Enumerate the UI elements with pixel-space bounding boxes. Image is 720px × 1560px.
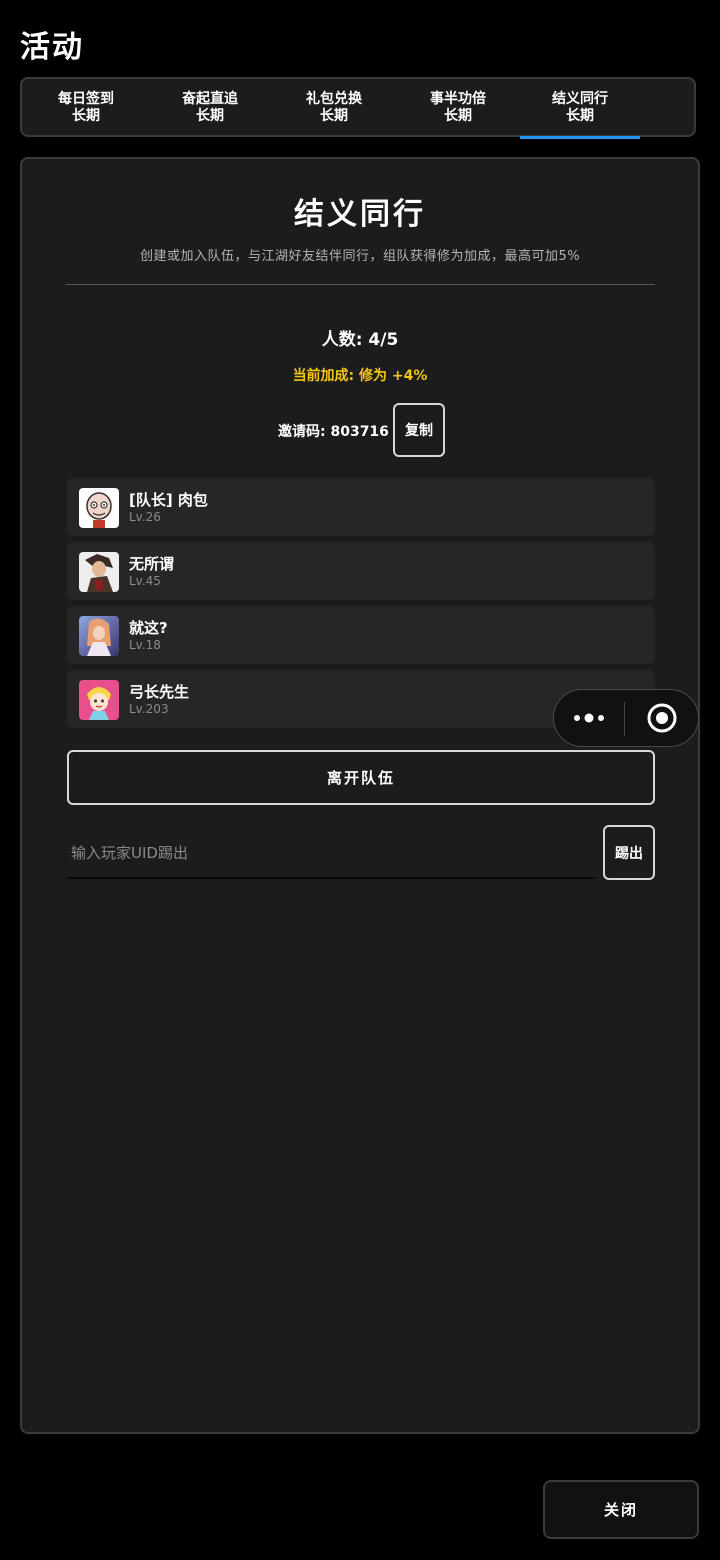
member-name: [队长] 肉包 [129,491,208,509]
anime-girl-avatar-icon [79,616,119,656]
page-title: 活动 [20,30,84,65]
member-count: 人数: 4/5 [321,330,399,350]
member-row: 就这? Lv.18 [67,606,655,664]
active-tab-indicator [520,136,640,139]
more-dots-icon [574,713,604,723]
tab-label: 结义同行 [552,91,608,107]
member-level: Lv.203 [129,702,169,716]
tab-period: 长期 [320,108,348,124]
invite-code: 邀请码: 803716 [278,424,389,440]
member-level: Lv.26 [129,510,161,524]
mini-program-capsule [553,689,699,747]
tab-daily-checkin[interactable]: 每日签到 长期 [26,79,146,137]
target-circle-icon [647,703,677,733]
tab-period: 长期 [566,108,594,124]
tab-double-efficiency[interactable]: 事半功倍 长期 [398,79,518,137]
activity-tabs: 每日签到 长期 奋起直追 长期 礼包兑换 长期 事半功倍 长期 结义同行 长期 [20,77,696,139]
tab-label: 礼包兑换 [306,91,362,107]
tab-sworn-team[interactable]: 结义同行 长期 [520,79,640,139]
close-button[interactable]: 关闭 [543,1480,699,1539]
tab-gift-redeem[interactable]: 礼包兑换 长期 [274,79,394,137]
panel-subtitle: 创建或加入队伍，与江湖好友结伴同行，组队获得修为加成，最高可加5% [139,249,581,264]
tab-period: 长期 [444,108,472,124]
copy-button[interactable]: 复制 [393,403,445,457]
member-name: 无所谓 [129,555,175,573]
tab-period: 长期 [196,108,224,124]
divider [66,284,655,285]
member-row: [队长] 肉包 Lv.26 [67,478,655,536]
bonus-text: 当前加成: 修为 +4% [292,368,428,384]
anime-character-avatar-icon [79,552,119,592]
kick-uid-input[interactable] [67,829,595,879]
member-row: 无所谓 Lv.45 [67,542,655,600]
tab-period: 长期 [72,108,100,124]
tab-label: 每日签到 [58,91,114,107]
pink-cartoon-avatar-icon [79,680,119,720]
tab-catch-up[interactable]: 奋起直追 长期 [150,79,270,137]
team-panel: 结义同行 创建或加入队伍，与江湖好友结伴同行，组队获得修为加成，最高可加5% 人… [20,157,700,1434]
member-level: Lv.45 [129,574,161,588]
bald-cartoon-face-avatar-icon [79,488,119,528]
panel-title: 结义同行 [294,197,426,232]
kick-button[interactable]: 踢出 [603,825,655,880]
member-level: Lv.18 [129,638,161,652]
tab-label: 奋起直追 [182,91,238,107]
more-menu-button[interactable] [554,690,624,746]
tab-label: 事半功倍 [430,91,486,107]
member-name: 就这? [129,619,168,637]
close-mini-program-button[interactable] [625,690,699,746]
leave-team-button[interactable]: 离开队伍 [67,750,655,805]
member-name: 弓长先生 [129,683,190,701]
